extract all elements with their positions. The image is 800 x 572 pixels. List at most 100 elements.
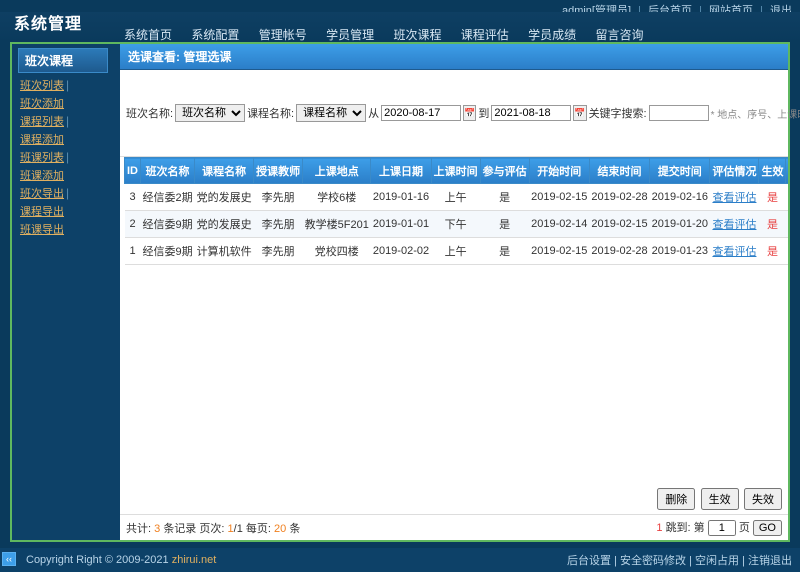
cell-teacher: 李先朋 bbox=[254, 238, 303, 265]
sidebar-class-list[interactable]: 班次列表 bbox=[20, 77, 64, 95]
footer-signout[interactable]: 注销退出 bbox=[748, 555, 792, 567]
main-wrapper: 班次课程 班次列表|班次添加 课程列表|课程添加 班课列表|班课添加 班次导出|… bbox=[10, 42, 790, 542]
cell-place: 教学楼5F201 bbox=[303, 211, 371, 238]
system-title: 系统管理 bbox=[14, 10, 82, 34]
header-row: ID 班次名称 课程名称 授课教师 上课地点 上课日期 上课时间 参与评估 开始… bbox=[125, 158, 789, 184]
filter-bar: 班次名称: 班次名称 课程名称: 课程名称 从 📅 到 📅 关键字搜索: * 地… bbox=[120, 70, 788, 157]
cell-view: 查看评估 bbox=[710, 184, 759, 211]
cell-id: 3 bbox=[125, 184, 141, 211]
footer: ‹‹ Copyright Right © 2009-2021 zhirui.ne… bbox=[0, 548, 800, 572]
sidebar-classcourse-add[interactable]: 班课添加 bbox=[20, 167, 64, 185]
cell-place: 学校6楼 bbox=[303, 184, 371, 211]
cell-effect: 是 bbox=[759, 184, 786, 211]
pager-summary: 共计: 3 条记录 页次: 1/1 每页: 20 条 bbox=[126, 520, 300, 536]
cell-class: 经信委2期 bbox=[141, 184, 195, 211]
disable-button[interactable]: 失效 bbox=[744, 488, 782, 510]
calendar-to-icon[interactable]: 📅 bbox=[573, 105, 586, 121]
cell-eval: 是 bbox=[480, 184, 529, 211]
cell-class: 经信委9期 bbox=[141, 211, 195, 238]
copyright: Copyright Right © 2009-2021 zhirui.net bbox=[26, 554, 216, 566]
cell-teacher: 李先朋 bbox=[254, 184, 303, 211]
date-to-input[interactable] bbox=[491, 105, 571, 121]
cell-time: 下午 bbox=[431, 211, 480, 238]
sidebar-links: 班次列表|班次添加 课程列表|课程添加 班课列表|班课添加 班次导出|课程导出 … bbox=[18, 73, 108, 243]
col-id: ID bbox=[125, 158, 141, 184]
sidebar-course-add[interactable]: 课程添加 bbox=[20, 131, 64, 149]
cell-time: 上午 bbox=[431, 184, 480, 211]
page-input[interactable] bbox=[708, 520, 736, 536]
cell-view: 查看评估 bbox=[710, 238, 759, 265]
cell-start: 2019-02-15 bbox=[529, 238, 589, 265]
col-time: 上课时间 bbox=[431, 158, 480, 184]
breadcrumb: 选课查看: 管理选课 bbox=[120, 44, 788, 70]
sidebar-course-list[interactable]: 课程列表 bbox=[20, 113, 64, 131]
view-eval-link[interactable]: 查看评估 bbox=[712, 246, 756, 258]
sidebar-classcourse-list[interactable]: 班课列表 bbox=[20, 149, 64, 167]
footer-links: 后台设置 | 安全密码修改 | 空闲占用 | 注销退出 bbox=[567, 552, 792, 568]
footer-settings[interactable]: 后台设置 bbox=[567, 555, 611, 567]
content: 选课查看: 管理选课 班次名称: 班次名称 课程名称: 课程名称 从 📅 到 📅… bbox=[120, 44, 788, 540]
cell-date: 2019-01-01 bbox=[371, 211, 431, 238]
cell-course: 党的发展史 bbox=[195, 184, 254, 211]
cell-start: 2019-02-14 bbox=[529, 211, 589, 238]
cell-teacher: 李先朋 bbox=[254, 211, 303, 238]
cell-submit: 2019-01-23 bbox=[650, 238, 710, 265]
pager: 共计: 3 条记录 页次: 1/1 每页: 20 条 1 跳到: 第 页 GO bbox=[120, 515, 788, 540]
cell-date: 2019-02-02 bbox=[371, 238, 431, 265]
cell-id: 2 bbox=[125, 211, 141, 238]
calendar-from-icon[interactable]: 📅 bbox=[463, 105, 476, 121]
col-end: 结束时间 bbox=[589, 158, 649, 184]
col-submit: 提交时间 bbox=[650, 158, 710, 184]
col-teacher: 授课教师 bbox=[254, 158, 303, 184]
keyword-input[interactable] bbox=[649, 105, 709, 121]
cell-submit: 2019-02-16 bbox=[650, 184, 710, 211]
cell-course: 党的发展史 bbox=[195, 211, 254, 238]
cell-eval: 是 bbox=[480, 211, 529, 238]
select-course[interactable]: 课程名称 bbox=[296, 104, 366, 122]
cell-date: 2019-01-16 bbox=[371, 184, 431, 211]
cell-course: 计算机软件 bbox=[195, 238, 254, 265]
footer-password[interactable]: 安全密码修改 bbox=[620, 555, 686, 567]
col-course: 课程名称 bbox=[195, 158, 254, 184]
footer-url[interactable]: zhirui.net bbox=[172, 554, 217, 566]
label-to: 到 bbox=[478, 105, 489, 121]
pager-jump: 1 跳到: 第 页 GO bbox=[656, 519, 782, 536]
cell-end: 2019-02-28 bbox=[589, 184, 649, 211]
cell-end: 2019-02-15 bbox=[589, 211, 649, 238]
cell-effect: 是 bbox=[759, 238, 786, 265]
col-date: 上课日期 bbox=[371, 158, 431, 184]
bulk-actions: 删除 生效 失效 bbox=[120, 484, 788, 515]
table-wrap: ID 班次名称 课程名称 授课教师 上课地点 上课日期 上课时间 参与评估 开始… bbox=[120, 157, 788, 484]
table-row: 2经信委9期党的发展史李先朋教学楼5F2012019-01-01下午是2019-… bbox=[125, 211, 789, 238]
go-button[interactable]: GO bbox=[753, 520, 782, 536]
cell-id: 1 bbox=[125, 238, 141, 265]
keyword-hint: * 地点、序号、上课时间 bbox=[711, 106, 800, 121]
enable-button[interactable]: 生效 bbox=[701, 488, 739, 510]
footer-idle[interactable]: 空闲占用 bbox=[695, 555, 739, 567]
sidebar: 班次课程 班次列表|班次添加 课程列表|课程添加 班课列表|班课添加 班次导出|… bbox=[12, 44, 114, 540]
sidebar-toggle-icon[interactable]: ‹‹ bbox=[2, 552, 16, 566]
select-class[interactable]: 班次名称 bbox=[175, 104, 245, 122]
cell-end: 2019-02-28 bbox=[589, 238, 649, 265]
cell-effect: 是 bbox=[759, 211, 786, 238]
col-place: 上课地点 bbox=[303, 158, 371, 184]
sidebar-class-export[interactable]: 班次导出 bbox=[20, 185, 64, 203]
delete-button[interactable]: 删除 bbox=[657, 488, 695, 510]
table-row: 1经信委9期计算机软件李先朋党校四楼2019-02-02上午是2019-02-1… bbox=[125, 238, 789, 265]
table-row: 3经信委2期党的发展史李先朋学校6楼2019-01-16上午是2019-02-1… bbox=[125, 184, 789, 211]
view-eval-link[interactable]: 查看评估 bbox=[712, 219, 756, 231]
date-from-input[interactable] bbox=[381, 105, 461, 121]
sidebar-classcourse-export[interactable]: 班课导出 bbox=[20, 221, 64, 239]
cell-time: 上午 bbox=[431, 238, 480, 265]
cell-class: 经信委9期 bbox=[141, 238, 195, 265]
cell-eval: 是 bbox=[480, 238, 529, 265]
sidebar-course-export[interactable]: 课程导出 bbox=[20, 203, 64, 221]
cell-op: 修改 bbox=[786, 184, 788, 211]
cell-start: 2019-02-15 bbox=[529, 184, 589, 211]
sidebar-class-add[interactable]: 班次添加 bbox=[20, 95, 64, 113]
label-course: 课程名称: bbox=[247, 105, 294, 121]
data-table: ID 班次名称 课程名称 授课教师 上课地点 上课日期 上课时间 参与评估 开始… bbox=[124, 157, 788, 265]
view-eval-link[interactable]: 查看评估 bbox=[712, 192, 756, 204]
col-evalstat: 评估情况 bbox=[710, 158, 759, 184]
cell-op: 修改 bbox=[786, 238, 788, 265]
